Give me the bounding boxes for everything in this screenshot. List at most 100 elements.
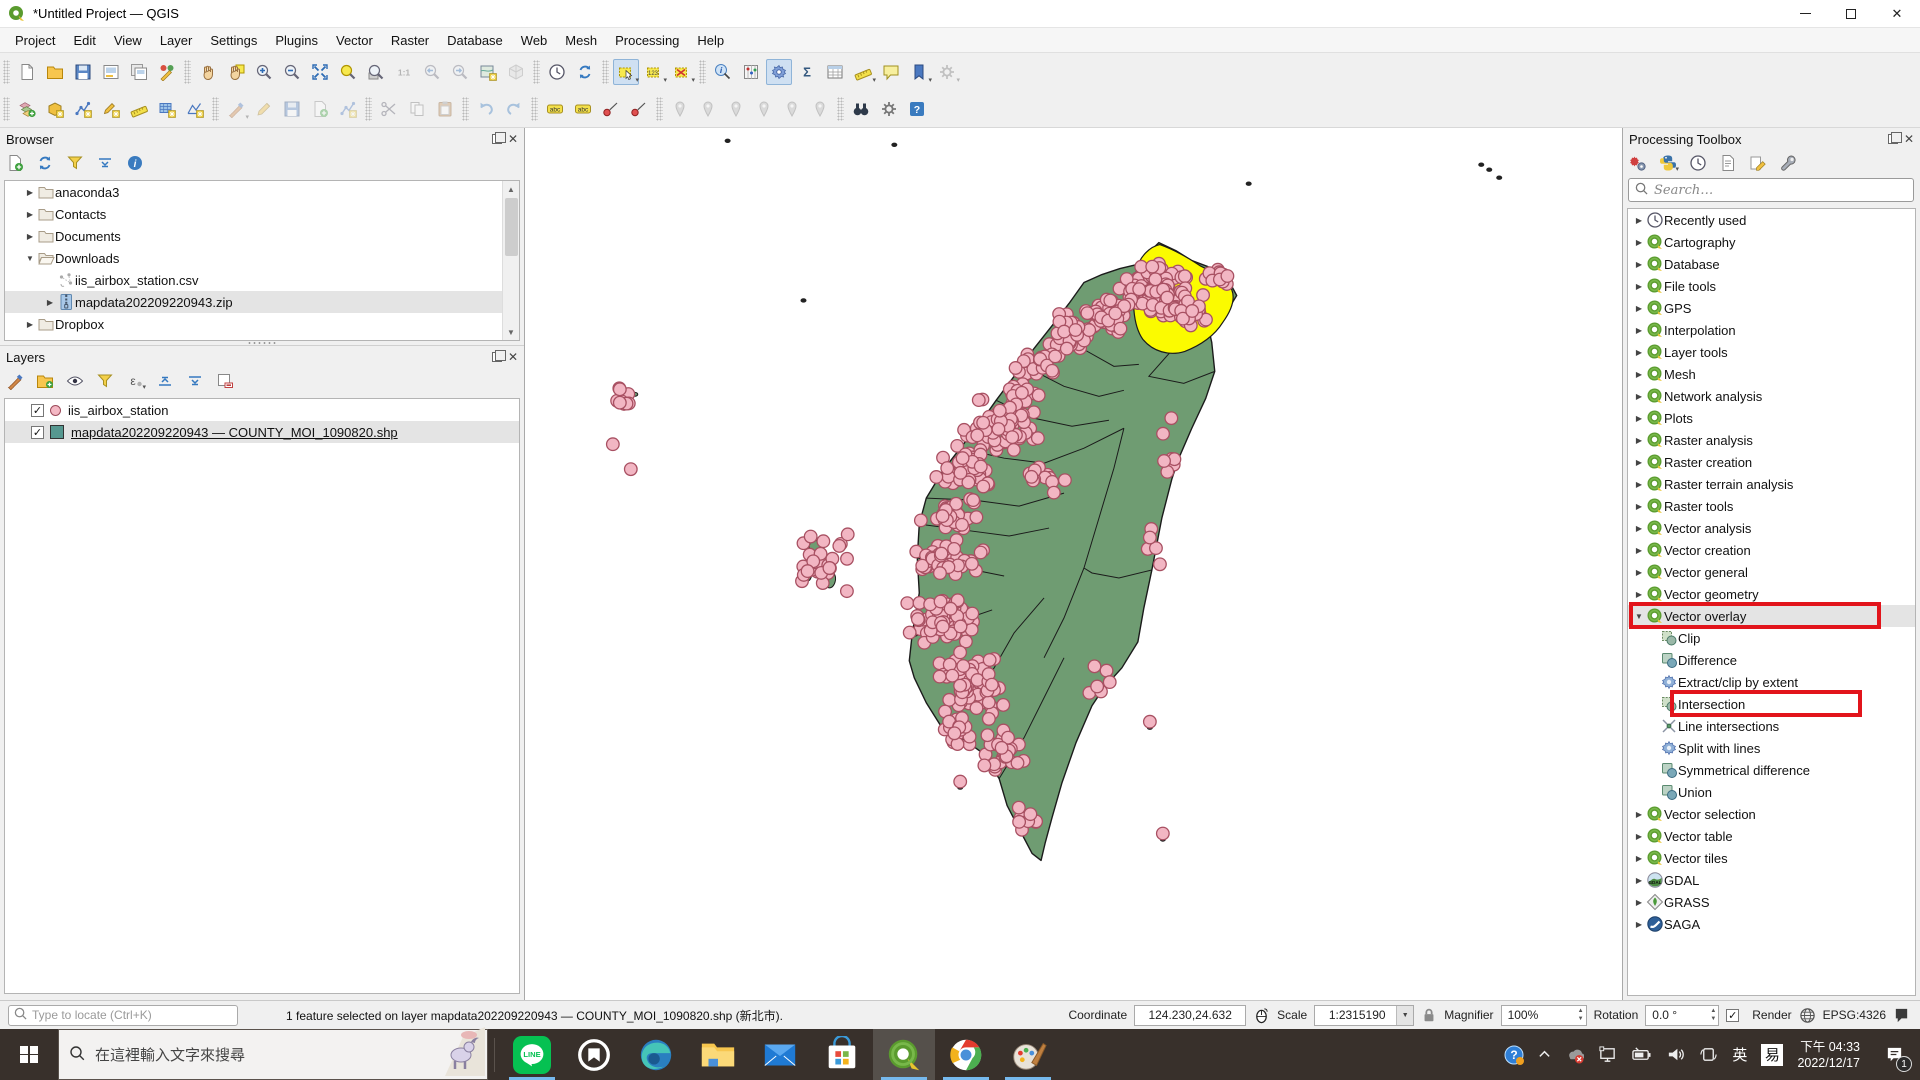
refresh-map-button[interactable] xyxy=(572,59,598,85)
toolbox-item-recently-used[interactable]: ▶ Recently used xyxy=(1628,209,1915,231)
toolbar-handle[interactable] xyxy=(533,59,540,84)
krita-app-taskbar-icon[interactable] xyxy=(997,1029,1059,1080)
zoom-last-button[interactable] xyxy=(419,59,445,85)
toolbox-item-vector-geometry[interactable]: ▶ Vector geometry xyxy=(1628,583,1915,605)
results-viewer-button[interactable] xyxy=(1717,152,1739,174)
help-contents-button[interactable]: ? xyxy=(904,96,930,122)
toolbox-item-extract-clip-by-extent[interactable]: Extract/clip by extent xyxy=(1628,671,1915,693)
open-layer-styling-button[interactable] xyxy=(4,370,26,392)
deselect-features-button[interactable]: ▾ xyxy=(669,59,695,85)
toolbox-close-icon[interactable]: ✕ xyxy=(1904,133,1914,145)
zoom-native-button[interactable]: 1:1 xyxy=(391,59,417,85)
toolbox-item-network-analysis[interactable]: ▶ Network analysis xyxy=(1628,385,1915,407)
toolbox-item-file-tools[interactable]: ▶ File tools xyxy=(1628,275,1915,297)
copy-features-button[interactable] xyxy=(404,96,430,122)
browser-float-icon[interactable] xyxy=(491,132,506,144)
map-canvas[interactable] xyxy=(524,128,1623,1000)
line-app-taskbar-icon[interactable]: LINE xyxy=(501,1029,563,1080)
expander-icon[interactable]: ▶ xyxy=(1632,238,1646,247)
expander-icon[interactable]: ▶ xyxy=(1632,590,1646,599)
menu-view[interactable]: View xyxy=(105,30,151,51)
browser-scrollbar[interactable]: ▲ ▼ xyxy=(502,181,519,340)
pan-map-button[interactable] xyxy=(195,59,221,85)
expander-icon[interactable]: ▶ xyxy=(1632,568,1646,577)
toolbar-handle[interactable] xyxy=(837,96,844,121)
open-attribute-table-button[interactable] xyxy=(822,59,848,85)
scale-combo[interactable]: 1:2315190 ▼ xyxy=(1314,1004,1415,1026)
expander-icon[interactable]: ▶ xyxy=(1632,326,1646,335)
expander-icon[interactable]: ▶ xyxy=(1632,524,1646,533)
redo-button[interactable] xyxy=(501,96,527,122)
options-button[interactable]: ▾ xyxy=(934,59,960,85)
toolbox-item-intersection[interactable]: Intersection xyxy=(1628,690,1915,717)
expander-icon[interactable]: ▶ xyxy=(23,210,37,219)
show-hide-labels-button[interactable] xyxy=(723,96,749,122)
menu-help[interactable]: Help xyxy=(688,30,733,51)
qgis-app-taskbar-icon[interactable] xyxy=(873,1029,935,1080)
coordinate-value[interactable]: 124.230,24.632 xyxy=(1134,1004,1247,1026)
taskbar-clock[interactable]: 下午 04:33 2022/12/17 xyxy=(1797,1039,1860,1071)
data-source-manager-button[interactable] xyxy=(14,96,40,122)
toolbox-item-union[interactable]: Union xyxy=(1628,781,1915,803)
browser-item-dropbox[interactable]: ▶ Dropbox xyxy=(5,313,519,335)
rotate-label-button[interactable] xyxy=(779,96,805,122)
toolbox-item-vector-tiles[interactable]: ▶ Vector tiles xyxy=(1628,847,1915,869)
select-features-button[interactable]: ▾ xyxy=(613,58,639,85)
filter-legend-button[interactable] xyxy=(94,370,116,392)
mouse-position-icon[interactable] xyxy=(1253,1007,1270,1024)
file-explorer-taskbar-icon[interactable] xyxy=(687,1029,749,1080)
layers-float-icon[interactable] xyxy=(491,350,506,362)
remove-layer-button[interactable] xyxy=(214,370,236,392)
toolbar-handle[interactable] xyxy=(656,96,663,121)
toolbox-item-clip[interactable]: Clip xyxy=(1628,627,1915,649)
zoom-in-button[interactable] xyxy=(251,59,277,85)
expander-icon[interactable]: ▶ xyxy=(1632,304,1646,313)
expander-icon[interactable]: ▶ xyxy=(1632,414,1646,423)
filter-by-expression-button[interactable]: ε ▾ xyxy=(124,370,146,392)
python-scripts-button[interactable]: ▾ xyxy=(1657,152,1679,174)
layer-diagram-button[interactable]: abc xyxy=(570,96,596,122)
toolbox-item-grass[interactable]: ▶ GRASS xyxy=(1628,891,1915,913)
expander-icon[interactable]: ▶ xyxy=(23,320,37,329)
new-raster-layer-button[interactable] xyxy=(154,96,180,122)
new-spatialite-layer-button[interactable] xyxy=(98,96,124,122)
toolbox-float-icon[interactable] xyxy=(1887,132,1902,144)
menu-database[interactable]: Database xyxy=(438,30,512,51)
collapse-all-button[interactable] xyxy=(94,152,116,174)
collapse-all-layers-button[interactable] xyxy=(184,370,206,392)
refresh-browser-button[interactable] xyxy=(34,152,56,174)
zoom-out-button[interactable] xyxy=(279,59,305,85)
zoom-to-selection-button[interactable] xyxy=(335,59,361,85)
highlight-pinned-labels-button[interactable] xyxy=(626,96,652,122)
volume-icon[interactable] xyxy=(1666,1045,1685,1064)
close-button[interactable]: ✕ xyxy=(1874,0,1920,28)
ime-mode-indicator[interactable]: 易 xyxy=(1761,1043,1784,1066)
toolbar-handle[interactable] xyxy=(212,96,219,121)
open-project-button[interactable] xyxy=(42,59,68,85)
layer-labeling-button[interactable]: abc xyxy=(542,96,568,122)
new-project-button[interactable] xyxy=(14,59,40,85)
toolbox-item-vector-creation[interactable]: ▶ Vector creation xyxy=(1628,539,1915,561)
tray-chevron-icon[interactable] xyxy=(1538,1048,1551,1061)
layer-item[interactable]: ✓ mapdata202209220943 — COUNTY_MOI_109082… xyxy=(5,421,519,443)
vertex-tool-button[interactable] xyxy=(335,96,361,122)
expander-icon[interactable]: ▶ xyxy=(1632,810,1646,819)
rotation-spinner[interactable]: 0.0 ° ▲ ▼ xyxy=(1645,1004,1720,1026)
toolbar-handle[interactable] xyxy=(365,96,372,121)
scroll-thumb[interactable] xyxy=(504,198,518,256)
expander-icon[interactable]: ▼ xyxy=(1632,612,1646,621)
scroll-down-icon[interactable]: ▼ xyxy=(503,324,520,340)
expander-icon[interactable]: ▶ xyxy=(43,298,57,307)
microsoft-store-taskbar-icon[interactable] xyxy=(811,1029,873,1080)
action-center-icon[interactable]: 1 xyxy=(1874,1029,1914,1080)
add-feature-button[interactable] xyxy=(307,96,333,122)
layers-close-icon[interactable]: ✕ xyxy=(508,351,518,363)
menu-mesh[interactable]: Mesh xyxy=(556,30,606,51)
pan-to-selection-button[interactable] xyxy=(223,59,249,85)
scroll-up-icon[interactable]: ▲ xyxy=(503,181,520,197)
temporal-controller-button[interactable] xyxy=(544,59,570,85)
menu-project[interactable]: Project xyxy=(6,30,64,51)
expand-all-button[interactable] xyxy=(154,370,176,392)
toolbox-item-raster-analysis[interactable]: ▶ Raster analysis xyxy=(1628,429,1915,451)
toolbar-handle[interactable] xyxy=(602,59,609,84)
